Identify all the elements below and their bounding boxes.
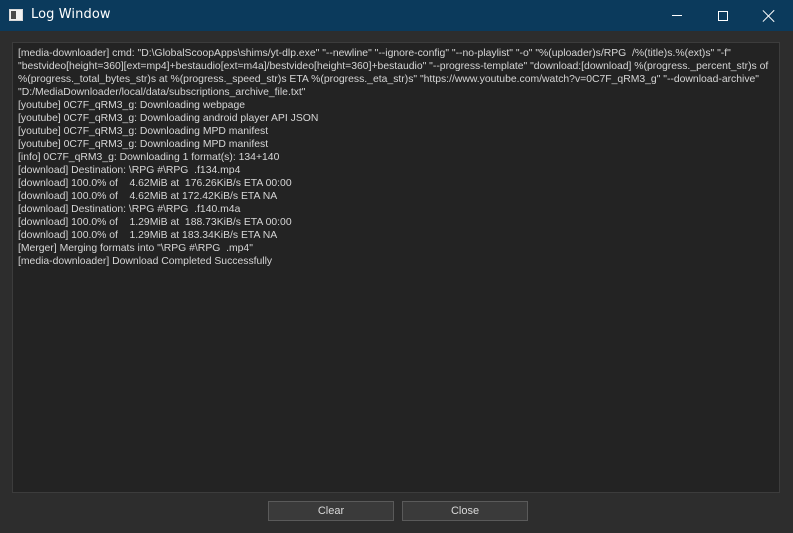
- log-line: [download] 100.0% of 4.62MiB at 176.26Ki…: [18, 178, 292, 189]
- log-line: [info] 0C7F_qRM3_g: Downloading 1 format…: [18, 152, 280, 163]
- log-line: [download] Destination: \RPG #\RPG .f134…: [18, 165, 241, 176]
- title-bar[interactable]: Log Window: [0, 0, 793, 31]
- close-button[interactable]: Close: [402, 501, 528, 521]
- log-line: [download] 100.0% of 4.62MiB at 172.42Ki…: [18, 191, 278, 202]
- window-title: Log Window: [31, 7, 111, 22]
- log-output[interactable]: [media-downloader] cmd: "D:\GlobalScoopA…: [12, 42, 780, 493]
- clear-button[interactable]: Clear: [268, 501, 394, 521]
- maximize-icon: [718, 10, 728, 21]
- log-window: Log Window [media-downloader] cmd: "D:\G…: [0, 0, 793, 533]
- maximize-button[interactable]: [700, 0, 746, 31]
- log-line: [download] 100.0% of 1.29MiB at 188.73Ki…: [18, 217, 292, 228]
- app-window-icon: [9, 9, 23, 21]
- log-line: [download] Destination: \RPG #\RPG .f140…: [18, 204, 241, 215]
- log-line: [media-downloader] Download Completed Su…: [18, 256, 273, 267]
- minimize-button[interactable]: [654, 0, 700, 31]
- log-line: [youtube] 0C7F_qRM3_g: Downloading MPD m…: [18, 139, 269, 150]
- close-icon: [763, 10, 775, 22]
- log-line: [Merger] Merging formats into "\RPG #\RP…: [18, 243, 253, 254]
- log-line: [media-downloader] cmd: "D:\GlobalScoopA…: [18, 48, 772, 98]
- log-line: [youtube] 0C7F_qRM3_g: Downloading andro…: [18, 113, 319, 124]
- close-window-button[interactable]: [746, 0, 792, 31]
- minimize-icon: [672, 15, 682, 16]
- log-line: [youtube] 0C7F_qRM3_g: Downloading MPD m…: [18, 126, 269, 137]
- log-line: [youtube] 0C7F_qRM3_g: Downloading webpa…: [18, 100, 246, 111]
- button-bar: Clear Close: [0, 493, 793, 533]
- log-line: [download] 100.0% of 1.29MiB at 183.34Ki…: [18, 230, 278, 241]
